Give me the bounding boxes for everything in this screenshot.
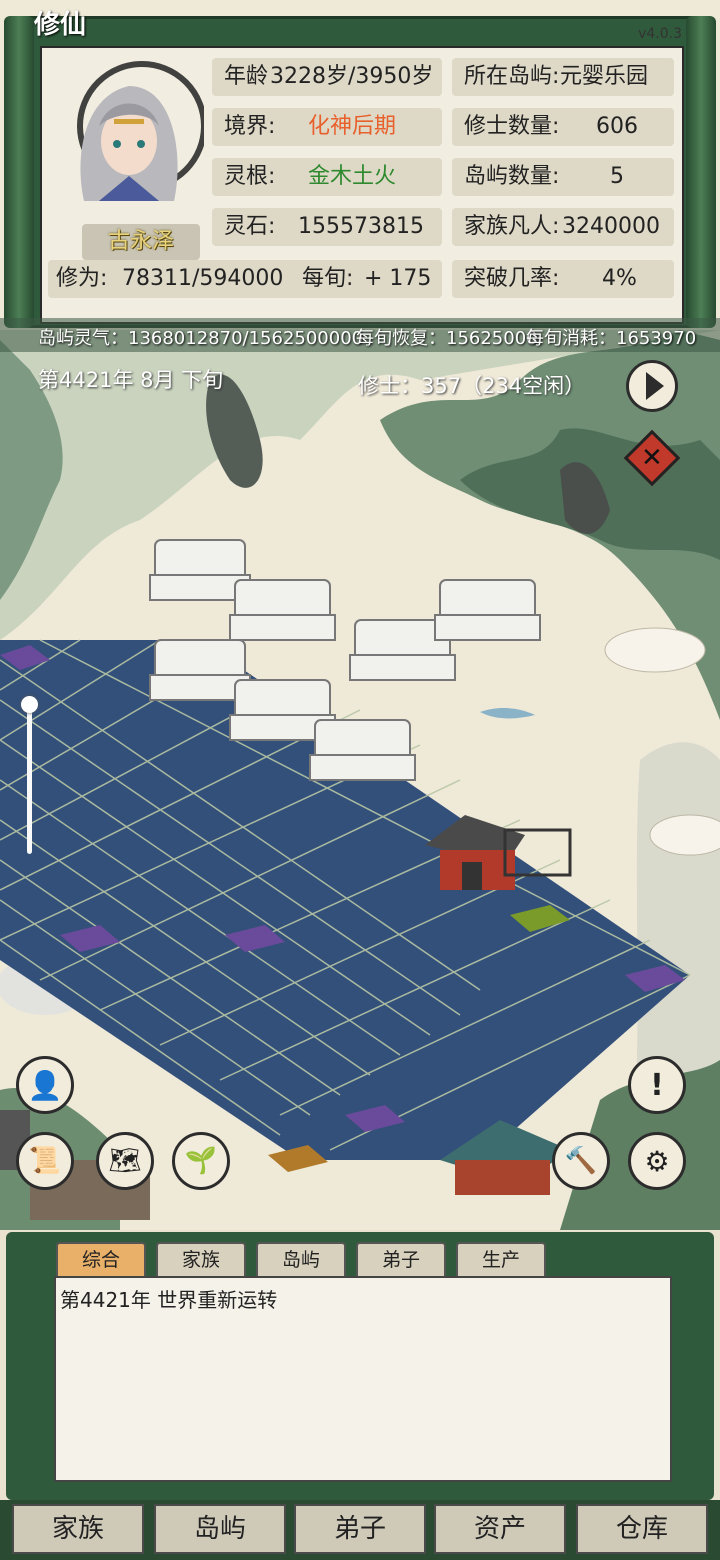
- cultivation-chip: 修为: 78311/594000 每旬: + 175: [48, 260, 442, 298]
- zoom-slider[interactable]: [27, 704, 32, 854]
- cultivation-label: 修为:: [56, 266, 108, 291]
- island-value: 元婴乐园: [560, 64, 649, 89]
- cultivation-value: 78311/594000: [122, 266, 284, 291]
- realm-value: 化神后期: [308, 114, 397, 139]
- island-count-value: 5: [610, 164, 624, 189]
- per-turn-value: + 175: [364, 266, 432, 291]
- mortals-chip: 家族凡人: 3240000: [452, 208, 674, 246]
- nav-island[interactable]: 岛屿: [154, 1504, 286, 1554]
- message-log: 综合 家族 岛屿 弟子 生产 第4421年 世界重新运转: [48, 1242, 680, 1494]
- spirit-root-chip: 灵根: 金木土火: [212, 158, 442, 196]
- log-content[interactable]: 第4421年 世界重新运转: [54, 1276, 672, 1482]
- age-chip: 年龄 3228岁/3950岁: [212, 58, 442, 96]
- build-button[interactable]: 🔨: [552, 1132, 610, 1190]
- realm-chip: 境界: 化神后期: [212, 108, 442, 146]
- settings-button[interactable]: ⚙: [628, 1132, 686, 1190]
- island-chip: 所在岛屿: 元婴乐园: [452, 58, 674, 96]
- tab-family[interactable]: 家族: [156, 1242, 246, 1276]
- scroll-icon: 📜: [28, 1146, 62, 1176]
- nav-disciples[interactable]: 弟子: [294, 1504, 426, 1554]
- scroll-button[interactable]: 📜: [16, 1132, 74, 1190]
- map-button[interactable]: 🗺: [96, 1132, 154, 1190]
- character-portrait[interactable]: [54, 56, 207, 206]
- spirit-root-value: 金木土火: [308, 164, 397, 189]
- mortals-label: 家族凡人:: [464, 214, 560, 239]
- game-date: 第4421年 8月 下旬: [38, 368, 224, 392]
- consumption-text: 每旬消耗：1653970: [526, 328, 697, 349]
- tab-disciples[interactable]: 弟子: [356, 1242, 446, 1276]
- age-value: 3228岁/3950岁: [270, 64, 434, 89]
- nav-assets[interactable]: 资产: [434, 1504, 566, 1554]
- status-card: 古永泽 年龄 3228岁/3950岁 境界: 化神后期 灵根: 金木土火 灵石:…: [40, 46, 684, 324]
- spirit-root-label: 灵根:: [224, 164, 276, 189]
- breakthrough-label: 突破几率:: [464, 266, 560, 291]
- character-name: 古永泽: [82, 224, 200, 260]
- breakthrough-chip: 突破几率: 4%: [452, 260, 674, 298]
- game-title: 修仙: [34, 10, 87, 40]
- breakthrough-value: 4%: [602, 266, 637, 291]
- recovery-text: 每旬恢复：15625000: [356, 328, 538, 349]
- cultivator-idle-count: 修士：357（234空闲）: [358, 374, 586, 398]
- nav-warehouse[interactable]: 仓库: [576, 1504, 708, 1554]
- tab-island[interactable]: 岛屿: [256, 1242, 346, 1276]
- gear-icon: ⚙: [644, 1144, 670, 1178]
- cultivator-count-value: 606: [596, 114, 638, 139]
- tab-production[interactable]: 生产: [456, 1242, 546, 1276]
- age-label: 年龄: [224, 64, 269, 89]
- island-label: 所在岛屿:: [464, 64, 560, 89]
- nav-family[interactable]: 家族: [12, 1504, 144, 1554]
- seedling-icon: 🌱: [184, 1146, 218, 1176]
- map-icon: 🗺: [108, 1146, 142, 1176]
- realm-label: 境界:: [224, 114, 276, 139]
- zoom-slider-handle[interactable]: [21, 696, 38, 713]
- cultivator-count-label: 修士数量:: [464, 114, 560, 139]
- plant-button[interactable]: 🌱: [172, 1132, 230, 1190]
- per-turn-label: 每旬:: [302, 266, 354, 291]
- disciple-button[interactable]: 👤: [16, 1056, 74, 1114]
- bottom-navigation: 家族 岛屿 弟子 资产 仓库: [0, 1500, 720, 1560]
- play-icon: [645, 372, 664, 400]
- close-icon: ✕: [641, 442, 663, 473]
- exclamation-icon: !: [650, 1067, 664, 1103]
- version-label: v4.0.3: [638, 26, 682, 42]
- message-log-panel: 综合 家族 岛屿 弟子 生产 第4421年 世界重新运转: [6, 1232, 714, 1500]
- spirit-stone-value: 155573815: [298, 214, 424, 239]
- log-entry: 第4421年 世界重新运转: [60, 1288, 278, 1312]
- hammer-icon: 🔨: [564, 1146, 598, 1176]
- spirit-stone-label: 灵石:: [224, 214, 276, 239]
- island-aura-bar: 岛屿灵气：1368012870/1562500000 每旬恢复：15625000…: [0, 318, 720, 352]
- island-count-chip: 岛屿数量: 5: [452, 158, 674, 196]
- spirit-stone-chip: 灵石: 155573815: [212, 208, 442, 246]
- play-button[interactable]: [626, 360, 678, 412]
- cultivator-count-chip: 修士数量: 606: [452, 108, 674, 146]
- frame-left-bark: [4, 16, 34, 328]
- alert-button[interactable]: !: [628, 1056, 686, 1114]
- island-count-label: 岛屿数量:: [464, 164, 560, 189]
- tab-general[interactable]: 综合: [56, 1242, 146, 1276]
- mortals-value: 3240000: [562, 214, 660, 239]
- aura-text: 岛屿灵气：1368012870/1562500000: [38, 328, 364, 349]
- character-status-panel: 修仙 v4.0.3 古永泽 年龄 3228岁/3950岁 境界: 化神后期 灵根…: [4, 10, 716, 328]
- person-icon: 👤: [27, 1068, 63, 1102]
- frame-right-bark: [686, 16, 716, 328]
